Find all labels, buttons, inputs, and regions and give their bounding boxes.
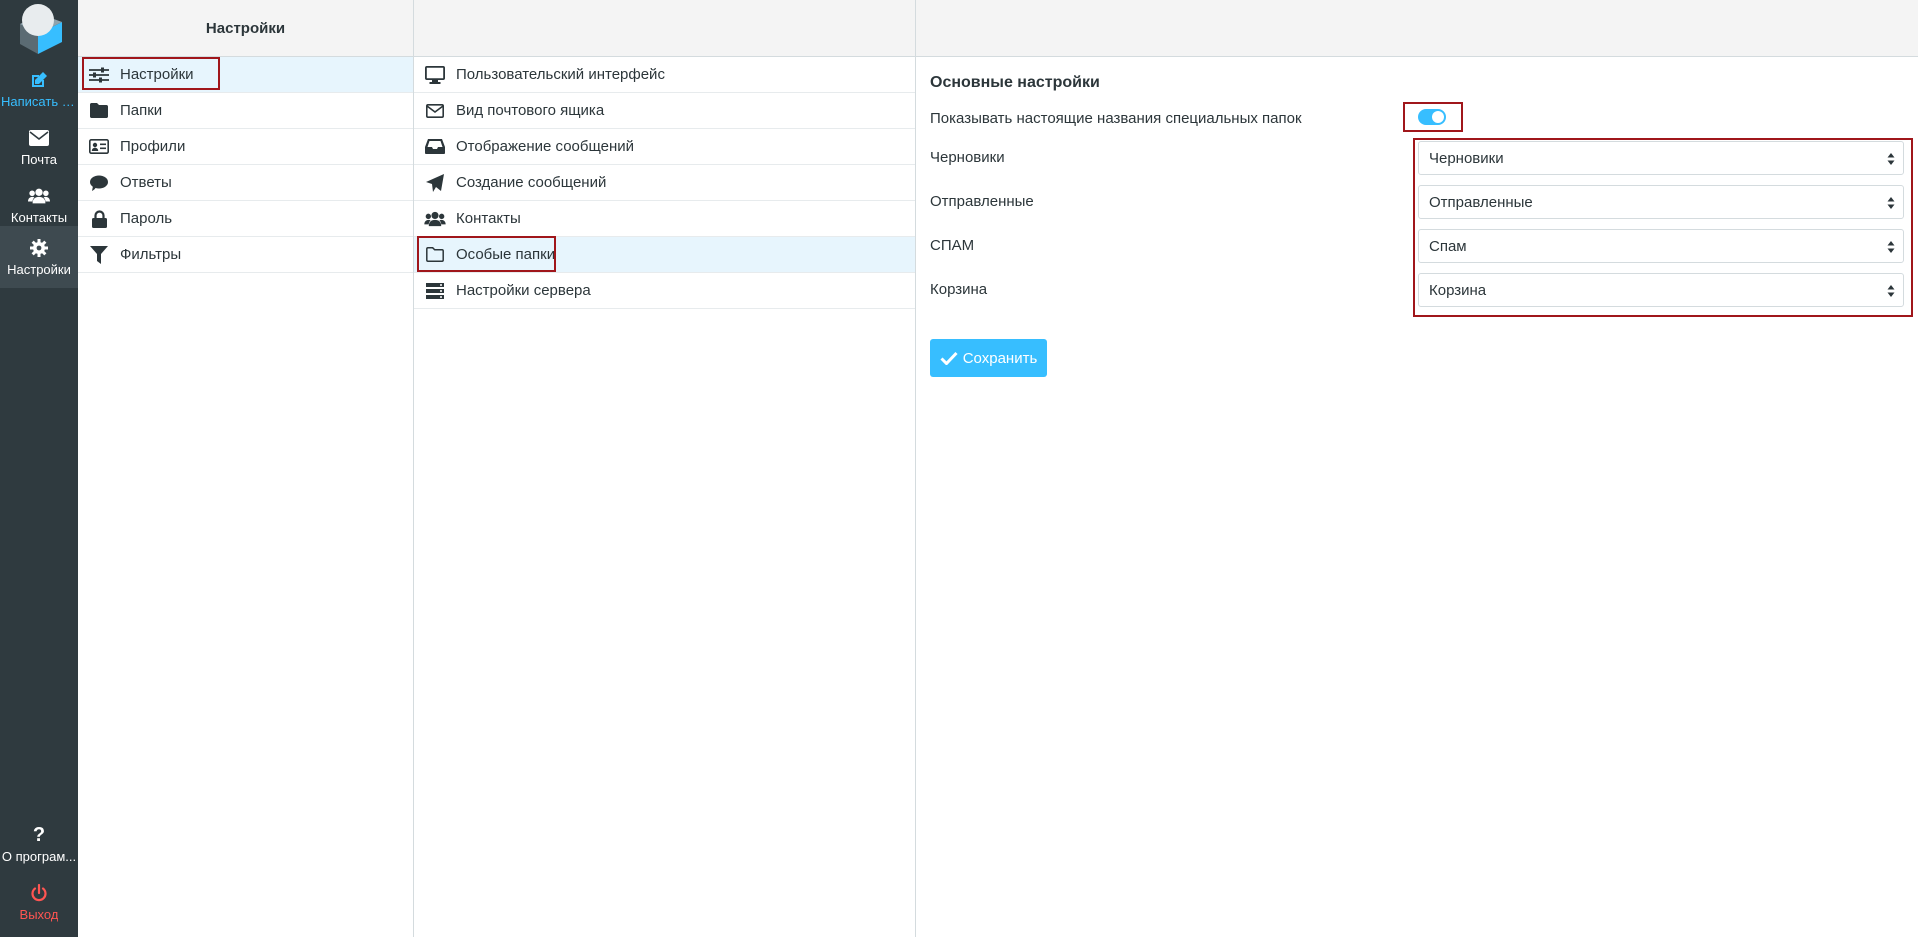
pref-item-label: Настройки сервера bbox=[456, 282, 591, 299]
select-arrows-icon bbox=[1887, 197, 1895, 209]
users-icon bbox=[424, 209, 446, 229]
paper-plane-icon bbox=[424, 173, 446, 193]
section-item-password[interactable]: Пароль bbox=[78, 201, 413, 237]
drafts-label: Черновики bbox=[930, 149, 1005, 166]
comment-icon bbox=[88, 173, 110, 193]
contacts-label: Контакты bbox=[10, 210, 68, 225]
section-item-label: Настройки bbox=[120, 66, 194, 83]
special-folders-form: Основные настройки Показывать настоящие … bbox=[916, 0, 1918, 937]
users-icon bbox=[28, 185, 50, 207]
mail-button[interactable]: Почта bbox=[0, 119, 78, 175]
compose-label: Написать с... bbox=[1, 94, 77, 109]
section-item-label: Папки bbox=[120, 102, 163, 119]
left-rail: Написать с... Почта Контакты Настройки ?… bbox=[0, 0, 78, 937]
logout-label: Выход bbox=[19, 907, 59, 922]
preference-sections-panel: Пользовательский интерфейс Вид почтового… bbox=[414, 0, 916, 937]
section-item-label: Ответы bbox=[120, 174, 172, 191]
save-label: Сохранить bbox=[962, 349, 1038, 367]
section-title: Основные настройки bbox=[930, 74, 1100, 91]
inbox-icon bbox=[424, 137, 446, 157]
question-icon: ? bbox=[32, 823, 46, 846]
pref-item-label: Вид почтового ящика bbox=[456, 102, 605, 119]
roundcube-logo-icon[interactable] bbox=[10, 2, 66, 54]
trash-folder-select[interactable]: Корзина bbox=[1418, 273, 1904, 307]
form-header bbox=[916, 0, 1918, 57]
section-item-filters[interactable]: Фильтры bbox=[78, 237, 413, 273]
pref-item-label: Особые папки bbox=[456, 246, 556, 263]
section-item-responses[interactable]: Ответы bbox=[78, 165, 413, 201]
pref-item-label: Пользовательский интерфейс bbox=[456, 66, 665, 83]
pref-item-composing-messages[interactable]: Создание сообщений bbox=[414, 165, 915, 201]
about-button[interactable]: ? О програм... bbox=[0, 816, 78, 872]
pref-item-contacts[interactable]: Контакты bbox=[414, 201, 915, 237]
desktop-icon bbox=[424, 65, 446, 85]
settings-label: Настройки bbox=[7, 262, 71, 277]
edit-icon bbox=[28, 69, 50, 91]
section-item-label: Пароль bbox=[120, 210, 173, 227]
settings-sections-panel: Настройки Настройки Папки Профили Ответы… bbox=[78, 0, 414, 937]
about-label: О програм... bbox=[1, 849, 77, 864]
folder-outline-icon bbox=[424, 245, 446, 265]
show-real-names-toggle[interactable] bbox=[1418, 109, 1446, 125]
section-item-folders[interactable]: Папки bbox=[78, 93, 413, 129]
power-icon bbox=[28, 882, 50, 904]
logout-button[interactable]: Выход bbox=[0, 874, 78, 930]
pref-item-mailbox-view[interactable]: Вид почтового ящика bbox=[414, 93, 915, 129]
select-arrows-icon bbox=[1887, 285, 1895, 297]
junk-folder-value: Спам bbox=[1429, 237, 1467, 255]
gear-icon bbox=[28, 237, 50, 259]
envelope-outline-icon bbox=[424, 101, 446, 121]
envelope-icon bbox=[28, 127, 50, 149]
trash-folder-value: Корзина bbox=[1429, 281, 1487, 299]
select-arrows-icon bbox=[1887, 241, 1895, 253]
section-item-preferences[interactable]: Настройки bbox=[78, 57, 413, 93]
compose-button[interactable]: Написать с... bbox=[0, 61, 78, 117]
sent-label: Отправленные bbox=[930, 193, 1034, 210]
mail-label: Почта bbox=[20, 152, 58, 167]
pref-item-server-settings[interactable]: Настройки сервера bbox=[414, 273, 915, 309]
lock-icon bbox=[88, 209, 110, 229]
filter-icon bbox=[88, 245, 110, 265]
preference-panel-header bbox=[414, 0, 915, 57]
id-card-icon bbox=[88, 137, 110, 157]
pref-item-user-interface[interactable]: Пользовательский интерфейс bbox=[414, 57, 915, 93]
pref-item-displaying-messages[interactable]: Отображение сообщений bbox=[414, 129, 915, 165]
drafts-folder-value: Черновики bbox=[1429, 149, 1504, 167]
sent-folder-select[interactable]: Отправленные bbox=[1418, 185, 1904, 219]
select-arrows-icon bbox=[1887, 153, 1895, 165]
pref-item-special-folders[interactable]: Особые папки bbox=[414, 237, 915, 273]
show-real-names-label: Показывать настоящие названия специальны… bbox=[930, 110, 1302, 127]
section-item-label: Профили bbox=[120, 138, 186, 155]
folder-icon bbox=[88, 101, 110, 121]
pref-item-label: Контакты bbox=[456, 210, 521, 227]
junk-label: СПАМ bbox=[930, 237, 975, 254]
save-button[interactable]: Сохранить bbox=[930, 339, 1047, 377]
drafts-folder-select[interactable]: Черновики bbox=[1418, 141, 1904, 175]
sent-folder-value: Отправленные bbox=[1429, 193, 1533, 211]
junk-folder-select[interactable]: Спам bbox=[1418, 229, 1904, 263]
sliders-icon bbox=[88, 65, 110, 85]
section-item-label: Фильтры bbox=[120, 246, 182, 263]
contacts-button[interactable]: Контакты bbox=[0, 177, 78, 233]
checkmark-icon bbox=[940, 351, 958, 365]
server-icon bbox=[424, 281, 446, 301]
settings-panel-title: Настройки bbox=[78, 0, 413, 57]
pref-item-label: Создание сообщений bbox=[456, 174, 607, 191]
section-item-identities[interactable]: Профили bbox=[78, 129, 413, 165]
settings-button[interactable]: Настройки bbox=[0, 226, 78, 288]
trash-label: Корзина bbox=[930, 281, 988, 298]
pref-item-label: Отображение сообщений bbox=[456, 138, 635, 155]
